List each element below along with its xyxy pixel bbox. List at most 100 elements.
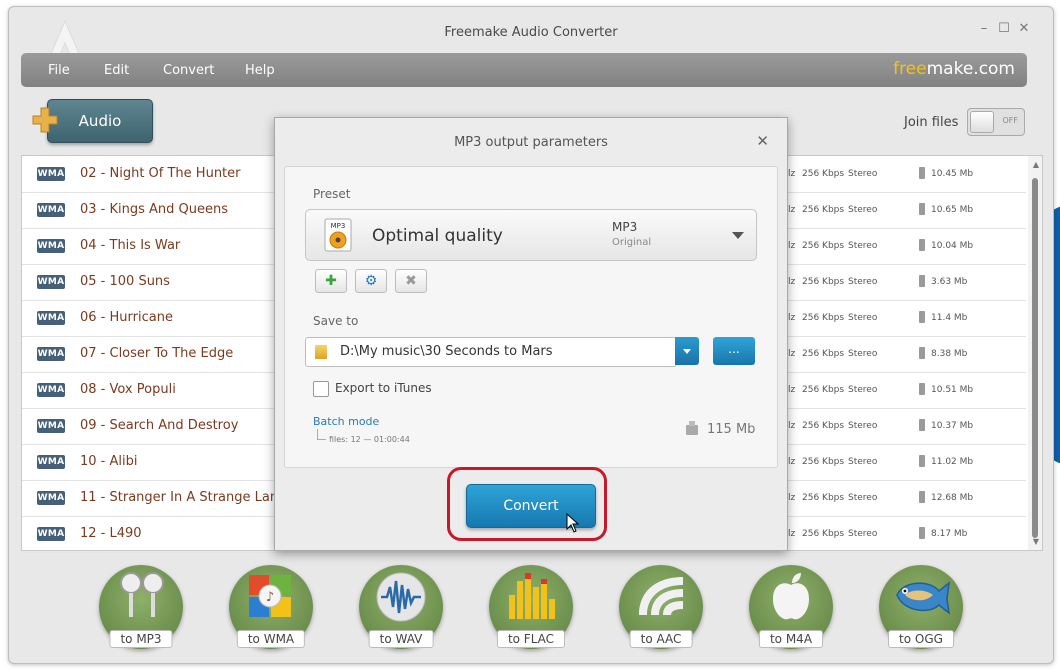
preset-label: Preset — [313, 187, 351, 201]
format-label: to M4A — [758, 630, 824, 648]
file-channels: Stereo — [848, 169, 878, 179]
file-bitrate: 256 Kbps — [802, 169, 845, 179]
minimize-button[interactable]: – — [975, 21, 993, 36]
wma-badge-icon: WMA — [37, 239, 65, 253]
file-frequency: lz — [788, 169, 796, 179]
browse-button[interactable]: ... — [713, 337, 755, 365]
file-bitrate: 256 Kbps — [802, 457, 845, 467]
export-itunes-label[interactable]: Export to iTunes — [335, 381, 432, 395]
file-channels: Stereo — [848, 313, 878, 323]
format-wma-button[interactable]: ♪ to WMA — [229, 565, 313, 649]
format-aac-button[interactable]: to AAC — [619, 565, 703, 649]
file-frequency: lz — [788, 277, 796, 287]
menu-edit[interactable]: Edit — [104, 63, 129, 78]
wma-badge-icon: WMA — [37, 167, 65, 181]
edit-preset-button[interactable]: ⚙ — [355, 269, 387, 293]
file-frequency: lz — [788, 493, 796, 503]
fish-icon — [896, 581, 951, 615]
wma-badge-icon: WMA — [37, 275, 65, 289]
disk-size-icon — [686, 421, 698, 435]
scroll-up-icon[interactable]: ▲ — [1033, 160, 1039, 169]
file-frequency: lz — [788, 349, 796, 359]
format-label: to FLAC — [496, 630, 566, 648]
mp3-file-icon-text: MP3 — [331, 222, 346, 230]
file-size: 10.45 Mb — [931, 169, 974, 179]
delete-preset-button[interactable]: ✖ — [395, 269, 427, 293]
format-flac-button[interactable]: to FLAC — [489, 565, 573, 649]
file-size-icon — [919, 455, 925, 467]
format-mp3-button[interactable]: to MP3 — [99, 565, 183, 649]
format-label: to WAV — [368, 630, 434, 648]
menu-file[interactable]: File — [48, 63, 70, 78]
file-size: 8.38 Mb — [931, 349, 968, 359]
menu-help[interactable]: Help — [245, 63, 275, 78]
file-name: 03 - Kings And Queens — [80, 202, 229, 217]
file-frequency: lz — [788, 457, 796, 467]
vertical-scrollbar[interactable]: ▲ ▼ — [1028, 156, 1042, 550]
format-label-wrap: to MP3 — [99, 628, 183, 648]
format-m4a-button[interactable]: to M4A — [749, 565, 833, 649]
total-size: 115 Mb — [707, 422, 756, 437]
dialog-close-icon[interactable]: ✕ — [756, 132, 769, 150]
close-button[interactable]: ✕ — [1015, 21, 1033, 36]
file-size: 10.51 Mb — [931, 385, 974, 395]
dialog-title: MP3 output parameters — [454, 135, 608, 150]
brand-link[interactable]: freemake.com — [893, 59, 1015, 79]
file-channels: Stereo — [848, 385, 878, 395]
file-bitrate: 256 Kbps — [802, 277, 845, 287]
file-size: 11.02 Mb — [931, 457, 974, 467]
format-wav-button[interactable]: to WAV — [359, 565, 443, 649]
file-frequency: lz — [788, 205, 796, 215]
save-path-field[interactable]: D:\My music\30 Seconds to Mars — [305, 337, 677, 367]
window-title: Freemake Audio Converter — [444, 25, 618, 40]
file-size: 10.04 Mb — [931, 241, 974, 251]
file-channels: Stereo — [848, 205, 878, 215]
file-size-icon — [919, 239, 925, 251]
menu-bar: File Edit Convert Help freemake.com — [21, 53, 1027, 87]
batch-mode-link[interactable]: Batch mode — [313, 415, 379, 428]
format-label-wrap: to FLAC — [489, 628, 573, 648]
mp3-file-icon: MP3 — [324, 218, 352, 252]
file-size: 10.37 Mb — [931, 421, 974, 431]
preset-dropdown[interactable]: MP3 Optimal quality MP3 Original — [305, 209, 757, 261]
file-name: 06 - Hurricane — [80, 310, 173, 325]
save-path-dropdown-button[interactable] — [675, 337, 699, 365]
wma-badge-icon: WMA — [37, 527, 65, 541]
file-name: 07 - Closer To The Edge — [80, 346, 234, 361]
menu-convert[interactable]: Convert — [163, 63, 214, 78]
scroll-thumb[interactable] — [1032, 178, 1038, 538]
save-path-value: D:\My music\30 Seconds to Mars — [340, 344, 553, 359]
format-label: to MP3 — [109, 630, 173, 648]
save-to-label: Save to — [313, 314, 359, 328]
join-files-toggle[interactable]: OFF — [967, 108, 1025, 136]
file-channels: Stereo — [848, 457, 878, 467]
preset-format: MP3 — [612, 220, 638, 234]
file-name: 04 - This Is War — [80, 238, 181, 253]
file-size: 3.63 Mb — [931, 277, 968, 287]
file-size-icon — [919, 491, 925, 503]
file-frequency: lz — [788, 421, 796, 431]
file-name: 02 - Night Of The Hunter — [80, 166, 241, 181]
file-size-icon — [919, 383, 925, 395]
file-bitrate: 256 Kbps — [802, 493, 845, 503]
scroll-down-icon[interactable]: ▼ — [1033, 537, 1039, 546]
file-size-icon — [919, 419, 925, 431]
file-name: 08 - Vox Populi — [80, 382, 176, 397]
file-size-icon — [919, 167, 925, 179]
format-ogg-button[interactable]: to OGG — [879, 565, 963, 649]
maximize-button[interactable]: ☐ — [995, 21, 1013, 36]
file-channels: Stereo — [848, 349, 878, 359]
add-audio-button[interactable]: Audio — [47, 99, 153, 143]
tree-line — [317, 429, 326, 440]
format-label: to OGG — [888, 630, 954, 648]
mp3-output-dialog: MP3 output parameters ✕ Preset MP3 Optim… — [274, 117, 788, 551]
add-preset-button[interactable]: ✚ — [315, 269, 347, 293]
wma-badge-icon: WMA — [37, 419, 65, 433]
file-size: 12.68 Mb — [931, 493, 974, 503]
windows-media-icon: ♪ — [249, 575, 291, 617]
export-itunes-checkbox[interactable] — [313, 381, 329, 397]
preset-subtitle: Original — [612, 237, 652, 248]
file-channels: Stereo — [848, 529, 878, 539]
file-size-icon — [919, 527, 925, 539]
file-channels: Stereo — [848, 493, 878, 503]
